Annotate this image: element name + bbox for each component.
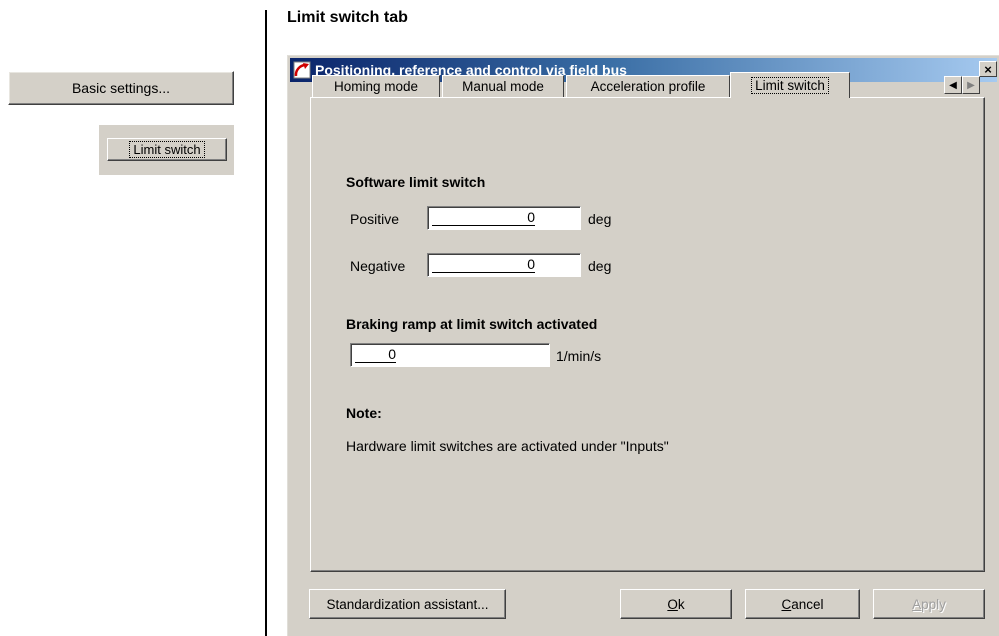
tab-acceleration-profile[interactable]: Acceleration profile — [566, 75, 730, 97]
standardization-assistant-button[interactable]: Standardization assistant... — [309, 589, 506, 619]
apply-button[interactable]: Apply — [873, 589, 985, 619]
arrow-left-icon[interactable]: ◀ — [944, 76, 962, 94]
tab-homing-mode[interactable]: Homing mode — [312, 75, 440, 97]
basic-settings-label: Basic settings... — [71, 80, 171, 96]
limit-switch-button-label: Limit switch — [129, 141, 205, 158]
ok-button[interactable]: Ok — [620, 589, 732, 619]
close-button[interactable]: × — [979, 61, 997, 77]
cancel-button[interactable]: Cancel — [745, 589, 860, 619]
section-heading: Limit switch tab — [287, 9, 408, 26]
tab-limit-switch[interactable]: Limit switch — [730, 72, 850, 98]
tab-scroll-arrows: ◀ ▶ — [944, 76, 980, 94]
tab-manual-mode[interactable]: Manual mode — [442, 75, 564, 97]
gauge-arrow-icon — [293, 61, 311, 79]
vertical-divider — [265, 10, 267, 636]
close-icon: × — [984, 61, 992, 77]
limit-switch-button[interactable]: Limit switch — [107, 138, 227, 161]
limit-switch-tab-panel — [310, 97, 985, 572]
basic-settings-button[interactable]: Basic settings... — [8, 71, 234, 105]
arrow-right-icon[interactable]: ▶ — [962, 76, 980, 94]
